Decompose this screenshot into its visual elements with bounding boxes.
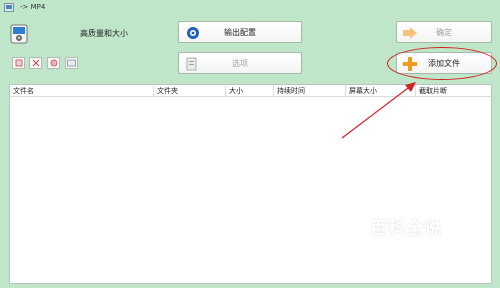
watermark-subtitle: 助你轻松解决 <box>370 243 442 256</box>
watermark-title: 百科全说 <box>370 219 442 239</box>
watermark: 百科全说 助你轻松解决 <box>370 214 442 257</box>
